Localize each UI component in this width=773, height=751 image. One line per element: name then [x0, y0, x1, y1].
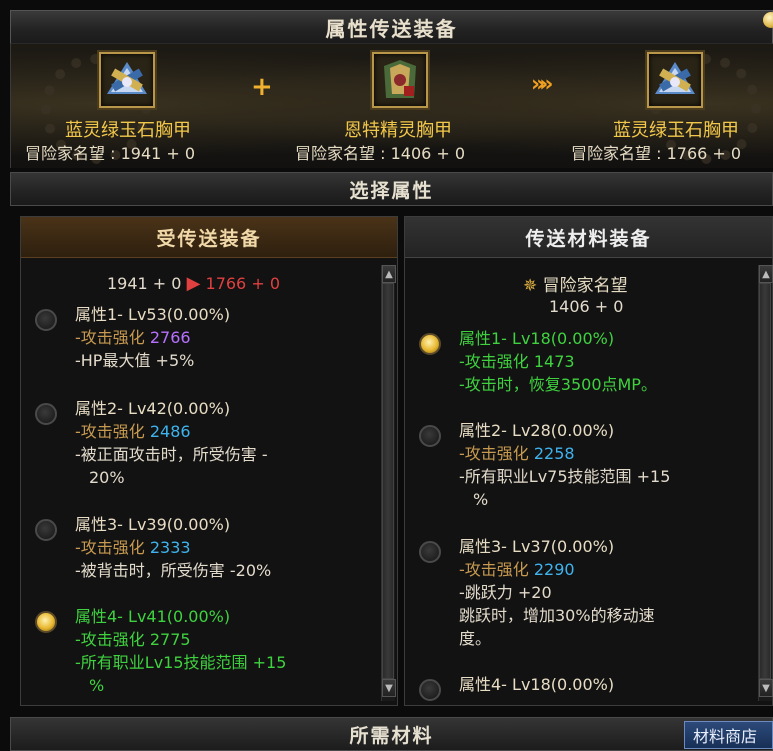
scroll-thumb[interactable] — [382, 283, 394, 679]
section-title-bar: 选择属性 — [10, 172, 773, 206]
fame-label: 冒险家名望 — [542, 276, 628, 296]
attribute-line: % — [473, 490, 489, 509]
attribute-option-4[interactable]: 属性4- Lv18(0.00%) — [459, 673, 614, 696]
fame-label: 冒险家名望 — [25, 144, 106, 163]
scroll-down-icon[interactable]: ▼ — [382, 679, 396, 697]
attribute-line: -攻击强化 — [75, 422, 150, 441]
footer-title: 所需材料 — [349, 724, 434, 747]
radio-option-1[interactable] — [35, 309, 57, 331]
attribute-title: 属性4- Lv41(0.00%) — [75, 607, 231, 626]
radio-option-4-selected[interactable] — [35, 611, 57, 633]
attribute-title: 属性1- Lv53(0.00%) — [75, 305, 231, 324]
left-item-name: 蓝灵绿玉石胸甲 — [65, 120, 191, 141]
scroll-down-icon[interactable]: ▼ — [759, 679, 773, 697]
fame-value: 1941 + 0 — [120, 144, 196, 163]
attribute-line: -被背击时，所受伤害 -20% — [75, 561, 272, 580]
panel-title: 传送材料装备 — [405, 217, 772, 258]
right-scrollbar[interactable]: ▲ ▼ — [758, 265, 773, 701]
attribute-option-3[interactable]: 属性3- Lv39(0.00%) -攻击强化 2333 -被背击时，所受伤害 -… — [75, 513, 271, 582]
attribute-value: 1473 — [533, 352, 575, 371]
left-scrollbar[interactable]: ▲ ▼ — [381, 265, 396, 701]
middle-item-name: 恩特精灵胸甲 — [344, 120, 452, 141]
attribute-option-2[interactable]: 属性2- Lv28(0.00%) -攻击强化 2258 -所有职业Lv75技能范… — [459, 419, 670, 511]
fame-value: 1766 + 0 — [666, 144, 742, 163]
attribute-line: % — [89, 676, 105, 695]
attribute-line: -攻击强化 — [459, 444, 534, 463]
radio-option-1-selected[interactable] — [419, 333, 441, 355]
plus-icon: + — [251, 72, 273, 102]
attribute-value: 2258 — [533, 444, 575, 463]
fame-crest-icon: ✵ — [523, 276, 538, 296]
material-shop-button[interactable]: 材料商店 — [684, 721, 773, 749]
scroll-up-icon[interactable]: ▲ — [759, 265, 773, 283]
fame-comparison: 1941 + 0 ▶ 1766 + 0 — [107, 273, 280, 294]
attribute-line: -攻击强化 — [459, 560, 534, 579]
left-item-fame: 冒险家名望 : 1941 + 0 — [25, 144, 196, 163]
arrow-right-icon: ▶ — [186, 273, 201, 294]
close-orb-icon[interactable] — [763, 12, 773, 28]
armor-item-icon[interactable] — [99, 52, 155, 108]
fame-label: 冒险家名望 — [571, 144, 652, 163]
radio-option-3[interactable] — [35, 519, 57, 541]
radio-option-3[interactable] — [419, 541, 441, 563]
attribute-line: -被正面攻击时，所受伤害 - — [75, 445, 268, 464]
attribute-line: -攻击时，恢复3500点MP。 — [459, 375, 657, 394]
fame-label: 冒险家名望 — [295, 144, 376, 163]
attribute-line: -攻击强化 — [459, 352, 534, 371]
attribute-title: 属性4- Lv18(0.00%) — [459, 675, 615, 694]
target-equipment-panel: 受传送装备 1941 + 0 ▶ 1766 + 0 属性1- Lv53(0.00… — [20, 216, 398, 706]
window-title: 属性传送装备 — [325, 16, 458, 41]
attribute-value: 2775 — [149, 630, 191, 649]
equipment-header: 蓝灵绿玉石胸甲 冒险家名望 : 1941 + 0 + 恩特精灵胸甲 冒险家名望 … — [10, 44, 773, 168]
attribute-line: -所有职业Lv75技能范围 +15 — [459, 467, 671, 486]
fame-value: 1406 + 0 — [549, 297, 624, 316]
required-materials-bar: 所需材料 — [10, 717, 773, 751]
section-title: 选择属性 — [349, 179, 434, 202]
attribute-value: 2486 — [149, 422, 191, 441]
transfer-arrow-icon: »» — [531, 72, 554, 97]
attribute-value: 2766 — [149, 328, 191, 347]
right-item-fame: 冒险家名望 : 1766 + 0 — [571, 144, 742, 163]
attribute-option-4[interactable]: 属性4- Lv41(0.00%) -攻击强化 2775 -所有职业Lv15技能范… — [75, 605, 286, 697]
attribute-value: 2290 — [533, 560, 575, 579]
attribute-title: 属性2- Lv28(0.00%) — [459, 421, 615, 440]
armor-item-icon[interactable] — [372, 52, 428, 108]
attribute-line: -攻击强化 — [75, 328, 150, 347]
panel-title: 受传送装备 — [21, 217, 397, 258]
material-equipment-panel: 传送材料装备 ✵ 冒险家名望 1406 + 0 属性1- Lv18(0.00%)… — [404, 216, 773, 706]
radio-option-2[interactable] — [419, 425, 441, 447]
attribute-line: 跳跃时，增加30%的移动速 — [459, 606, 655, 625]
attribute-option-1[interactable]: 属性1- Lv18(0.00%) -攻击强化 1473 -攻击时，恢复3500点… — [459, 327, 657, 396]
attribute-line: -HP最大值 +5% — [75, 351, 195, 370]
attribute-title: 属性3- Lv39(0.00%) — [75, 515, 231, 534]
attribute-line: -所有职业Lv15技能范围 +15 — [75, 653, 287, 672]
middle-item-fame: 冒险家名望 : 1406 + 0 — [295, 144, 466, 163]
attribute-title: 属性2- Lv42(0.00%) — [75, 399, 231, 418]
radio-option-2[interactable] — [35, 403, 57, 425]
attribute-line: -攻击强化 — [75, 630, 150, 649]
right-item-name: 蓝灵绿玉石胸甲 — [613, 120, 739, 141]
fame-header: ✵ 冒险家名望 — [523, 271, 628, 296]
attribute-value: 2333 — [149, 538, 191, 557]
attribute-line: -攻击强化 — [75, 538, 150, 557]
window-title-bar: 属性传送装备 — [10, 10, 773, 44]
fame-value: 1406 + 0 — [390, 144, 466, 163]
attribute-title: 属性3- Lv37(0.00%) — [459, 537, 615, 556]
attribute-option-2[interactable]: 属性2- Lv42(0.00%) -攻击强化 2486 -被正面攻击时，所受伤害… — [75, 397, 268, 489]
fame-from: 1941 + 0 — [107, 274, 182, 293]
armor-item-icon[interactable] — [647, 52, 703, 108]
attribute-line: -跳跃力 +20 — [459, 583, 552, 602]
radio-option-4[interactable] — [419, 679, 441, 701]
scroll-up-icon[interactable]: ▲ — [382, 265, 396, 283]
attribute-title: 属性1- Lv18(0.00%) — [459, 329, 615, 348]
attribute-option-1[interactable]: 属性1- Lv53(0.00%) -攻击强化 2766 -HP最大值 +5% — [75, 303, 230, 372]
scroll-thumb[interactable] — [759, 283, 771, 679]
attribute-option-3[interactable]: 属性3- Lv37(0.00%) -攻击强化 2290 -跳跃力 +20 跳跃时… — [459, 535, 655, 650]
fame-to: 1766 + 0 — [205, 274, 280, 293]
attribute-line: 20% — [89, 468, 125, 487]
attribute-line: 度。 — [459, 629, 492, 648]
